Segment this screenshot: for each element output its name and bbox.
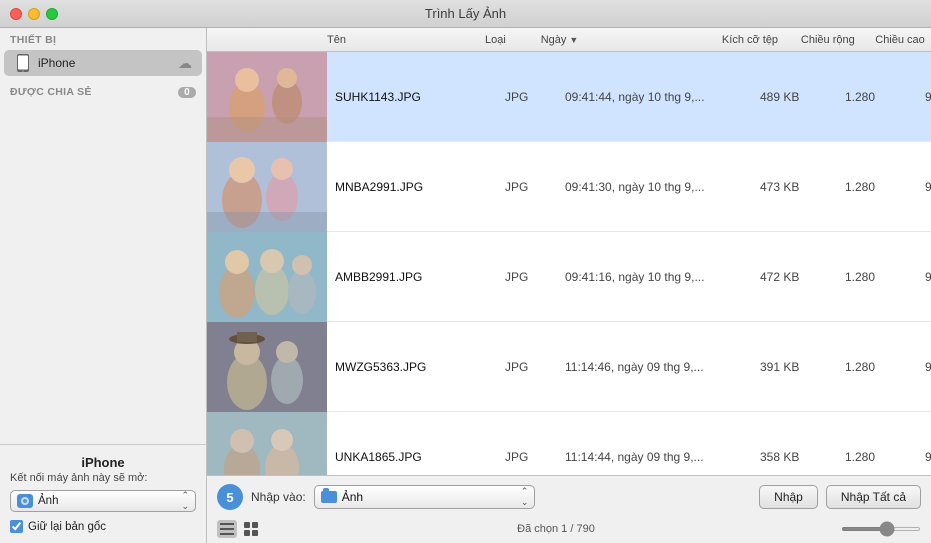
close-button[interactable]: [10, 8, 22, 20]
import-count-badge: 5: [217, 484, 243, 510]
col-height[interactable]: Chiều cao: [875, 34, 931, 46]
file-name: MNBA2991.JPG: [335, 180, 505, 194]
file-date: 11:14:44, ngày 09 thg 9,...: [565, 450, 760, 464]
file-height: 960: [925, 90, 931, 104]
list-view-icon: [220, 522, 234, 536]
col-date[interactable]: Ngày ▼: [541, 34, 722, 46]
file-type: JPG: [505, 360, 565, 374]
connect-label: Kết nối máy ảnh này sẽ mở:: [10, 472, 196, 484]
iphone-label: iPhone: [38, 56, 178, 70]
shared-badge: 0: [178, 87, 196, 98]
col-width[interactable]: Chiều rộng: [801, 34, 875, 46]
device-name-label: iPhone: [10, 455, 196, 470]
grid-view-button[interactable]: [241, 520, 261, 538]
table-row[interactable]: AMBB2991.JPG JPG 09:41:16, ngày 10 thg 9…: [207, 232, 931, 322]
status-row: Đã chọn 1 / 790: [207, 518, 931, 540]
destination-label: Ảnh: [342, 490, 521, 504]
main-layout: THIẾT BỊ iPhone ☁ ĐƯỢC CHIA SẺ 0 iPhone …: [0, 28, 931, 543]
photos-app-icon: [17, 494, 33, 508]
file-thumbnail: [207, 232, 327, 322]
file-date: 11:14:46, ngày 09 thg 9,...: [565, 360, 760, 374]
app-dropdown-row: Ảnh ⌃⌄: [10, 490, 196, 512]
col-size[interactable]: Kích cỡ tệp: [722, 34, 801, 46]
minimize-button[interactable]: [28, 8, 40, 20]
file-info: AMBB2991.JPG JPG 09:41:16, ngày 10 thg 9…: [327, 270, 931, 284]
col-type[interactable]: Loại: [485, 34, 541, 46]
folder-icon: [321, 491, 337, 503]
file-width: 1.280: [845, 360, 925, 374]
import-into-label: Nhập vào:: [251, 490, 306, 504]
file-type: JPG: [505, 450, 565, 464]
file-date: 09:41:30, ngày 10 thg 9,...: [565, 180, 760, 194]
file-date: 09:41:16, ngày 10 thg 9,...: [565, 270, 760, 284]
keep-originals-label: Giữ lại bản gốc: [28, 521, 106, 533]
file-info: SUHK1143.JPG JPG 09:41:44, ngày 10 thg 9…: [327, 90, 931, 104]
dropdown-arrow-icon: ⌃⌄: [181, 490, 189, 512]
import-all-button[interactable]: Nhập Tất cả: [826, 485, 921, 509]
file-size: 391 KB: [760, 360, 845, 374]
table-row[interactable]: SUHK1143.JPG JPG 09:41:44, ngày 10 thg 9…: [207, 52, 931, 142]
file-info: MWZG5363.JPG JPG 11:14:46, ngày 09 thg 9…: [327, 360, 931, 374]
file-info: UNKA1865.JPG JPG 11:14:44, ngày 09 thg 9…: [327, 450, 931, 464]
file-thumbnail: [207, 412, 327, 476]
titlebar: Trình Lấy Ảnh: [0, 0, 931, 28]
file-info: MNBA2991.JPG JPG 09:41:30, ngày 10 thg 9…: [327, 180, 931, 194]
file-date: 09:41:44, ngày 10 thg 9,...: [565, 90, 760, 104]
file-type: JPG: [505, 270, 565, 284]
file-type: JPG: [505, 180, 565, 194]
keep-originals-checkbox[interactable]: [10, 520, 23, 533]
app-dropdown[interactable]: Ảnh ⌃⌄: [10, 490, 196, 512]
file-width: 1.280: [845, 450, 925, 464]
file-size: 473 KB: [760, 180, 845, 194]
content-area: Tên Loại Ngày ▼ Kích cỡ tệp Chiều rộng C…: [207, 28, 931, 543]
sidebar: THIẾT BỊ iPhone ☁ ĐƯỢC CHIA SẺ 0 iPhone …: [0, 28, 207, 543]
table-row[interactable]: MWZG5363.JPG JPG 11:14:46, ngày 09 thg 9…: [207, 322, 931, 412]
table-row[interactable]: UNKA1865.JPG JPG 11:14:44, ngày 09 thg 9…: [207, 412, 931, 475]
file-name: SUHK1143.JPG: [335, 90, 505, 104]
bottom-bar: 5 Nhập vào: Ảnh ⌃⌄ Nhập Nhập Tất cả: [207, 475, 931, 543]
zoom-slider[interactable]: [841, 527, 921, 531]
file-type: JPG: [505, 90, 565, 104]
file-name: AMBB2991.JPG: [335, 270, 505, 284]
file-width: 1.280: [845, 90, 925, 104]
iphone-icon: [14, 54, 32, 72]
import-button[interactable]: Nhập: [759, 485, 818, 509]
file-name: UNKA1865.JPG: [335, 450, 505, 464]
destination-dropdown-arrow-icon: ⌃⌄: [521, 486, 529, 508]
file-width: 1.280: [845, 270, 925, 284]
window-controls: [10, 8, 58, 20]
sort-arrow-icon: ▼: [569, 35, 578, 45]
keep-originals-row: Giữ lại bản gốc: [10, 520, 196, 533]
list-view-button[interactable]: [217, 520, 237, 538]
file-name: MWZG5363.JPG: [335, 360, 505, 374]
table-row[interactable]: MNBA2991.JPG JPG 09:41:30, ngày 10 thg 9…: [207, 142, 931, 232]
view-toggle: [217, 520, 261, 538]
file-size: 489 KB: [760, 90, 845, 104]
shared-section-header: ĐƯỢC CHIA SẺ 0: [0, 76, 206, 102]
file-thumbnail: [207, 322, 327, 412]
devices-section-header: THIẾT BỊ: [0, 28, 206, 50]
file-height: 960: [925, 450, 931, 464]
sidebar-item-iphone[interactable]: iPhone ☁: [4, 50, 202, 76]
maximize-button[interactable]: [46, 8, 58, 20]
window-title: Trình Lấy Ảnh: [425, 6, 506, 21]
import-destination-dropdown[interactable]: Ảnh ⌃⌄: [314, 485, 536, 509]
file-size: 472 KB: [760, 270, 845, 284]
file-size: 358 KB: [760, 450, 845, 464]
file-width: 1.280: [845, 180, 925, 194]
status-text: Đã chọn 1 / 790: [271, 523, 841, 535]
col-name[interactable]: Tên: [327, 34, 485, 46]
file-height: 960: [925, 360, 931, 374]
file-thumbnail: [207, 142, 327, 232]
grid-view-icon: [244, 522, 258, 536]
sidebar-device-info: iPhone Kết nối máy ảnh này sẽ mở: Ảnh ⌃⌄: [0, 444, 206, 543]
file-height: 960: [925, 180, 931, 194]
import-row: 5 Nhập vào: Ảnh ⌃⌄ Nhập Nhập Tất cả: [207, 476, 931, 518]
column-headers: Tên Loại Ngày ▼ Kích cỡ tệp Chiều rộng C…: [207, 28, 931, 52]
file-list: SUHK1143.JPG JPG 09:41:44, ngày 10 thg 9…: [207, 52, 931, 475]
app-dropdown-label: Ảnh: [38, 495, 181, 507]
cloud-icon: ☁: [178, 55, 192, 72]
file-thumbnail: [207, 52, 327, 142]
file-height: 960: [925, 270, 931, 284]
